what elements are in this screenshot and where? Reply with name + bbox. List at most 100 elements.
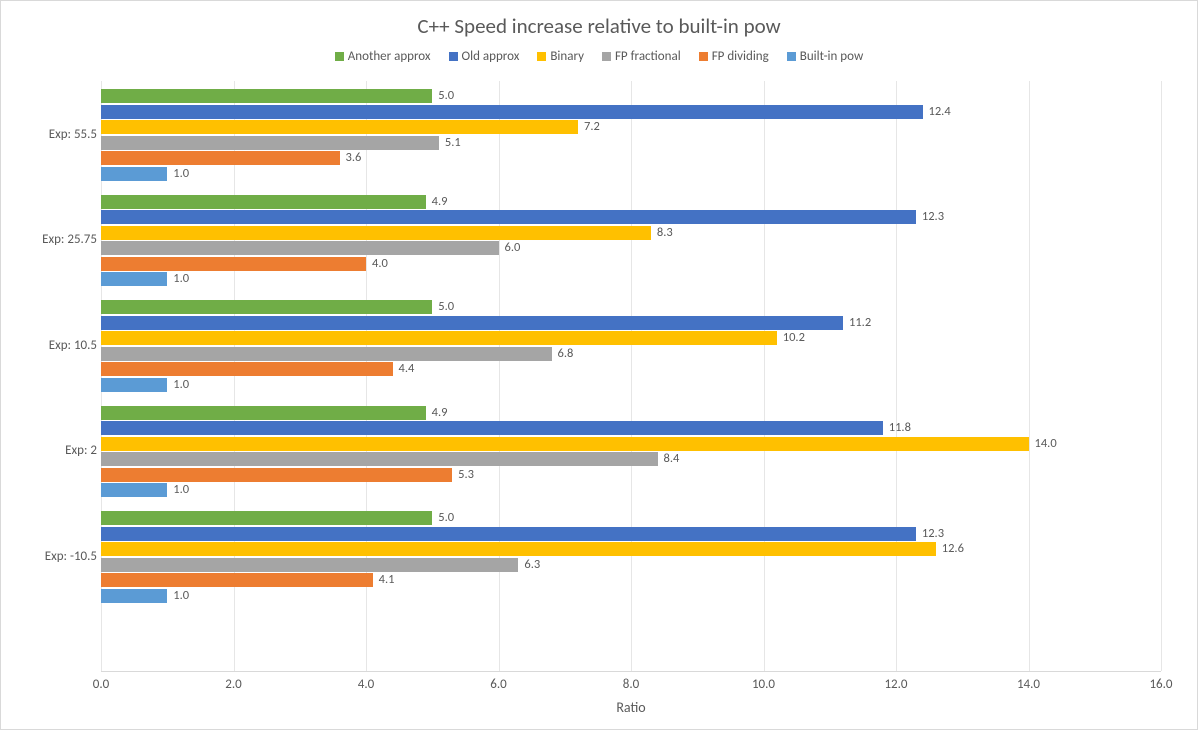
- legend-swatch: [537, 52, 546, 61]
- bar: 6.3: [101, 558, 518, 572]
- bar: 6.8: [101, 347, 552, 361]
- legend-item: Built-in pow: [787, 49, 863, 64]
- category-group: Exp: 10.55.011.210.26.84.41.0: [101, 300, 1161, 392]
- bar: 4.1: [101, 573, 373, 587]
- bar-value-label: 1.0: [173, 588, 189, 603]
- bar-value-label: 8.3: [657, 225, 673, 240]
- bar: 11.2: [101, 316, 843, 330]
- bar: 4.0: [101, 257, 366, 271]
- bar-value-label: 5.0: [438, 510, 454, 525]
- category-label: Exp: 25.75: [1, 232, 97, 248]
- bar-value-label: 4.4: [399, 361, 415, 376]
- chart-title: C++ Speed increase relative to built-in …: [1, 13, 1197, 39]
- bar: 6.0: [101, 241, 499, 255]
- bar-value-label: 7.2: [584, 119, 600, 134]
- x-tick-label: 10.0: [734, 677, 794, 692]
- bar: 5.1: [101, 136, 439, 150]
- bar-value-label: 4.0: [372, 256, 388, 271]
- legend-swatch: [602, 52, 611, 61]
- category-group: Exp: 55.55.012.47.25.13.61.0: [101, 89, 1161, 181]
- bar-value-label: 14.0: [1035, 436, 1057, 451]
- bar-value-label: 4.1: [379, 572, 395, 587]
- bar-value-label: 12.3: [922, 526, 944, 541]
- legend-label: Binary: [550, 49, 584, 64]
- legend-label: Old approx: [462, 49, 520, 64]
- bar-value-label: 4.9: [432, 194, 448, 209]
- legend-item: FP fractional: [602, 49, 681, 64]
- category-label: Exp: -10.5: [1, 549, 97, 565]
- chart-container: C++ Speed increase relative to built-in …: [0, 0, 1198, 730]
- plot-area: Ratio 0.02.04.06.08.010.012.014.016.0Exp…: [101, 81, 1161, 672]
- bar-value-label: 1.0: [173, 166, 189, 181]
- bar-value-label: 5.0: [438, 299, 454, 314]
- bar-value-label: 6.8: [558, 346, 574, 361]
- grid-line: [1161, 81, 1162, 671]
- legend-label: FP fractional: [615, 49, 681, 64]
- x-tick-label: 2.0: [204, 677, 264, 692]
- bar-value-label: 3.6: [346, 150, 362, 165]
- legend-label: Another approx: [348, 49, 431, 64]
- bar: 4.9: [101, 195, 426, 209]
- bar-value-label: 11.8: [889, 420, 911, 435]
- bar: 1.0: [101, 167, 167, 181]
- legend-swatch: [787, 52, 796, 61]
- bar-value-label: 12.4: [929, 104, 951, 119]
- legend-item: Old approx: [449, 49, 520, 64]
- bar: 1.0: [101, 589, 167, 603]
- category-label: Exp: 10.5: [1, 338, 97, 354]
- bar-value-label: 5.3: [458, 467, 474, 482]
- category-label: Exp: 2: [1, 443, 97, 459]
- bar-value-label: 5.0: [438, 88, 454, 103]
- x-tick-label: 14.0: [999, 677, 1059, 692]
- legend-label: FP dividing: [712, 49, 769, 64]
- x-tick-label: 16.0: [1131, 677, 1191, 692]
- bar-value-label: 1.0: [173, 271, 189, 286]
- x-tick-label: 12.0: [866, 677, 926, 692]
- bar: 4.9: [101, 406, 426, 420]
- bar: 5.3: [101, 468, 452, 482]
- bar-value-label: 12.6: [942, 541, 964, 556]
- x-tick-label: 4.0: [336, 677, 396, 692]
- bar-value-label: 1.0: [173, 377, 189, 392]
- bar: 1.0: [101, 483, 167, 497]
- bar: 5.0: [101, 511, 432, 525]
- bar: 4.4: [101, 362, 393, 376]
- bar-value-label: 1.0: [173, 482, 189, 497]
- bar: 14.0: [101, 437, 1029, 451]
- legend-swatch: [699, 52, 708, 61]
- legend: Another approx Old approx Binary FP fractio…: [1, 49, 1197, 64]
- bar: 5.0: [101, 89, 432, 103]
- legend-swatch: [449, 52, 458, 61]
- bar: 11.8: [101, 421, 883, 435]
- x-tick-label: 6.0: [469, 677, 529, 692]
- bar: 10.2: [101, 331, 777, 345]
- bar-value-label: 6.3: [524, 557, 540, 572]
- x-axis-label: Ratio: [101, 699, 1161, 716]
- legend-item: Another approx: [335, 49, 431, 64]
- bar: 5.0: [101, 300, 432, 314]
- bar-value-label: 4.9: [432, 405, 448, 420]
- bar-value-label: 10.2: [783, 330, 805, 345]
- legend-item: Binary: [537, 49, 584, 64]
- bar: 12.6: [101, 542, 936, 556]
- bar: 8.3: [101, 226, 651, 240]
- bar: 8.4: [101, 452, 658, 466]
- bar: 1.0: [101, 272, 167, 286]
- category-group: Exp: 24.911.814.08.45.31.0: [101, 406, 1161, 498]
- bar-value-label: 6.0: [505, 240, 521, 255]
- bar-value-label: 11.2: [849, 315, 871, 330]
- bar: 12.4: [101, 105, 923, 119]
- bar: 1.0: [101, 378, 167, 392]
- bar: 3.6: [101, 151, 340, 165]
- bar-value-label: 12.3: [922, 209, 944, 224]
- category-group: Exp: -10.55.012.312.66.34.11.0: [101, 511, 1161, 603]
- legend-item: FP dividing: [699, 49, 769, 64]
- bar: 7.2: [101, 120, 578, 134]
- category-label: Exp: 55.5: [1, 127, 97, 143]
- bar: 12.3: [101, 527, 916, 541]
- legend-swatch: [335, 52, 344, 61]
- legend-label: Built-in pow: [800, 49, 863, 64]
- x-tick-label: 0.0: [71, 677, 131, 692]
- bar-value-label: 5.1: [445, 135, 461, 150]
- x-tick-label: 8.0: [601, 677, 661, 692]
